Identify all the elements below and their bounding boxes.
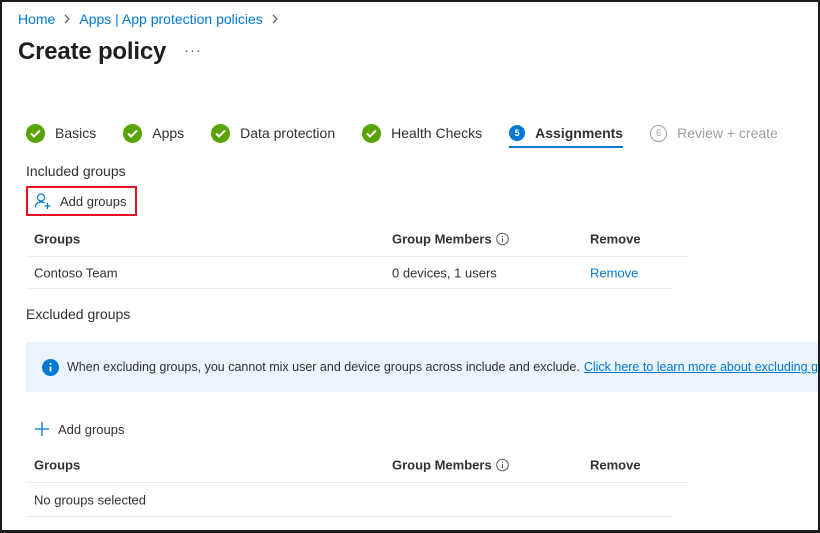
step-number-badge: 5	[509, 125, 526, 141]
info-icon	[42, 358, 59, 376]
add-groups-label: Add groups	[58, 421, 125, 437]
column-header-remove: Remove	[590, 231, 641, 247]
group-members-count: 0 devices, 1 users	[392, 265, 497, 280]
group-name: Contoso Team	[34, 265, 118, 280]
breadcrumb-app-protection-policies[interactable]: Apps | App protection policies	[79, 11, 262, 27]
step-data-protection[interactable]: Data protection	[211, 120, 335, 146]
empty-state-text: No groups selected	[34, 492, 147, 507]
column-header-groups: Groups	[34, 457, 81, 473]
banner-text: When excluding groups, you cannot mix us…	[67, 360, 580, 374]
info-icon[interactable]	[495, 458, 509, 472]
remove-group-link[interactable]: Remove	[590, 265, 638, 280]
step-review-create[interactable]: 6 Review + create	[650, 120, 778, 146]
step-label: Assignments	[535, 125, 624, 141]
step-label: Apps	[152, 125, 185, 141]
step-basics[interactable]: Basics	[26, 120, 96, 146]
learn-more-excluding-groups-link[interactable]: Click here to learn more about excluding…	[584, 360, 818, 374]
column-header-remove: Remove	[590, 457, 641, 473]
checkmark-icon	[211, 123, 231, 143]
breadcrumb-home[interactable]: Home	[18, 11, 55, 27]
table-header: Groups Group Members Remove	[26, 222, 688, 257]
page-title: Create policy	[18, 38, 167, 65]
table-row: Contoso Team 0 devices, 1 users Remove	[26, 257, 672, 289]
app-window: Home Apps | App protection policies Crea…	[0, 0, 820, 533]
included-groups-heading: Included groups	[26, 163, 126, 179]
add-included-groups-button[interactable]: Add groups	[26, 186, 137, 216]
step-label: Data protection	[240, 125, 336, 141]
column-header-group-members: Group Members	[392, 232, 509, 247]
step-apps[interactable]: Apps	[123, 120, 184, 146]
included-groups-table: Groups Group Members Remove Contoso Team…	[26, 222, 688, 289]
step-label: Health Checks	[391, 125, 483, 141]
column-header-label: Group Members	[392, 231, 492, 247]
column-header-groups: Groups	[34, 231, 81, 247]
add-groups-label: Add groups	[60, 193, 127, 209]
step-health-checks[interactable]: Health Checks	[362, 120, 482, 146]
column-header-label: Group Members	[392, 457, 492, 473]
add-excluded-groups-button[interactable]: Add groups	[34, 421, 125, 437]
table-header: Groups Group Members Remove	[26, 448, 688, 483]
checkmark-icon	[362, 123, 382, 143]
checkmark-icon	[26, 123, 45, 143]
wizard-steps: Basics Apps Data protection Health Check…	[26, 120, 805, 148]
breadcrumb: Home Apps | App protection policies	[18, 11, 287, 27]
info-icon[interactable]	[495, 232, 509, 246]
checkmark-icon	[123, 123, 143, 143]
add-user-icon	[34, 192, 52, 210]
more-options-button[interactable]: ···	[184, 42, 202, 59]
column-header-group-members: Group Members	[392, 458, 509, 473]
excluded-groups-heading: Excluded groups	[26, 306, 131, 322]
chevron-right-icon	[63, 14, 71, 24]
chevron-right-icon	[271, 14, 279, 24]
step-number-badge: 6	[650, 124, 668, 142]
step-label: Basics	[55, 125, 97, 141]
excluded-groups-table: Groups Group Members Remove No groups se…	[26, 448, 688, 517]
exclusion-info-banner: When excluding groups, you cannot mix us…	[26, 342, 818, 392]
step-label: Review + create	[677, 125, 778, 141]
plus-icon	[34, 421, 50, 437]
empty-state-row: No groups selected	[26, 483, 672, 517]
step-assignments[interactable]: 5 Assignments	[509, 120, 624, 148]
